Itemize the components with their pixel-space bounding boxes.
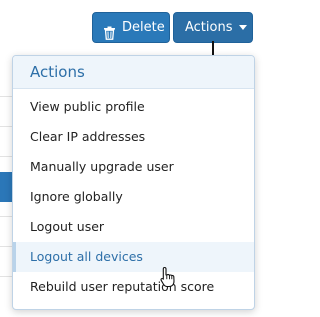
actions-label: Actions <box>185 20 233 35</box>
menu-item-view-public-profile[interactable]: View public profile <box>13 92 254 122</box>
menu-item-rebuild-user-reputation-score[interactable]: Rebuild user reputation score <box>13 272 254 302</box>
hand-pointer-icon <box>160 266 175 288</box>
actions-dropdown: Actions View public profile Clear IP add… <box>12 55 255 310</box>
menu-item-logout-user[interactable]: Logout user <box>13 212 254 242</box>
delete-label: Delete <box>122 20 165 35</box>
actions-button[interactable]: Actions <box>173 12 253 43</box>
menu-item-ignore-globally[interactable]: Ignore globally <box>13 182 254 212</box>
menu-item-manually-upgrade-user[interactable]: Manually upgrade user <box>13 152 254 182</box>
caret-down-icon <box>238 25 247 30</box>
trash-icon <box>103 21 116 40</box>
menu-item-clear-ip-addresses[interactable]: Clear IP addresses <box>13 122 254 152</box>
delete-button[interactable]: Delete <box>92 12 170 43</box>
menu-item-logout-all-devices[interactable]: Logout all devices <box>13 242 254 272</box>
